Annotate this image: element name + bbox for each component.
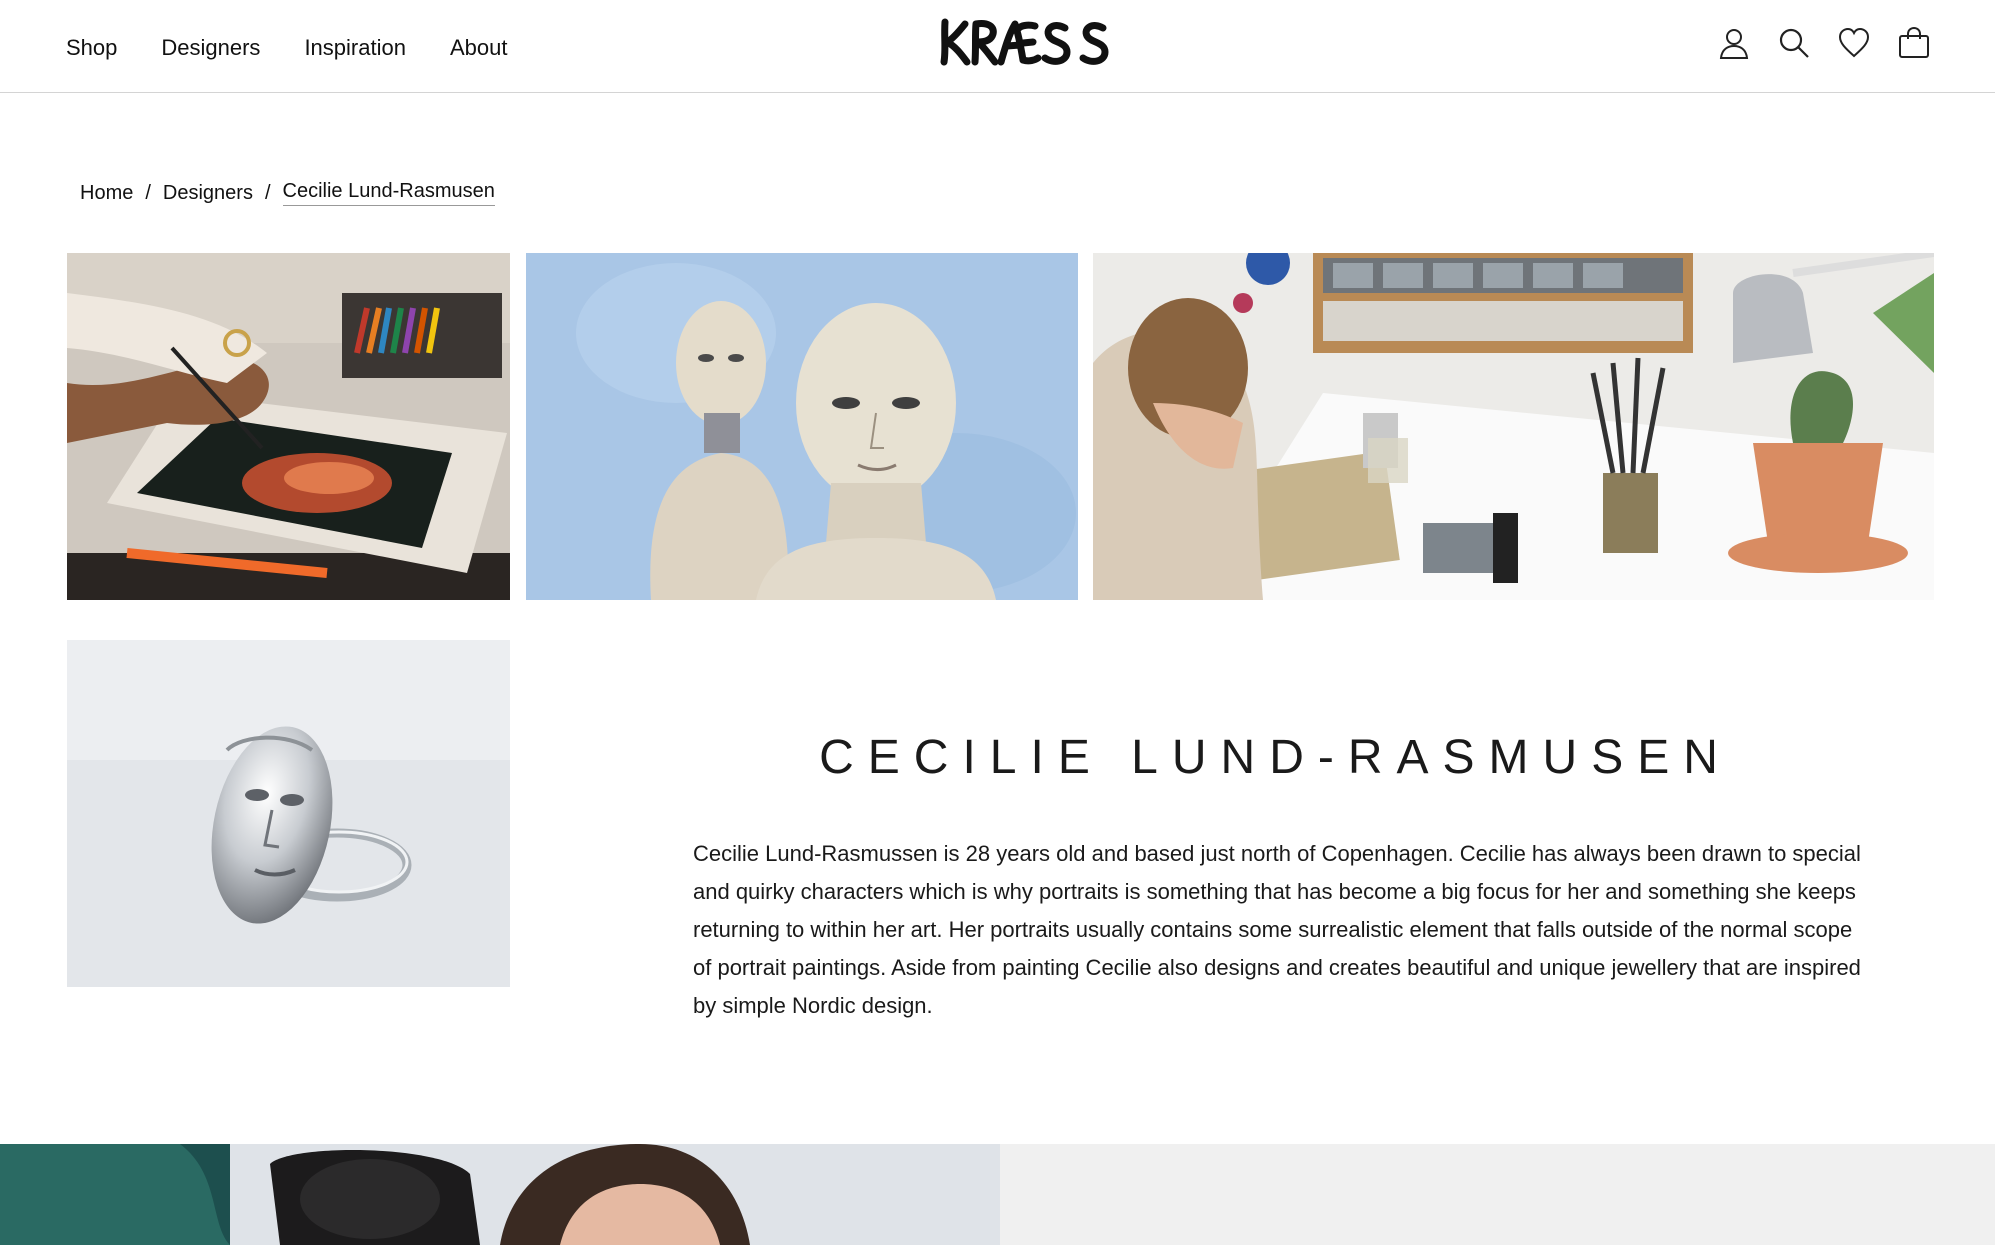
gallery-image-portrait-painting[interactable] <box>526 253 1078 600</box>
nav-designers[interactable]: Designers <box>161 32 260 64</box>
bottom-panel <box>1000 1144 1995 1245</box>
breadcrumb-separator: / <box>145 181 151 204</box>
header-icons <box>1717 26 1931 60</box>
account-icon[interactable] <box>1717 26 1751 60</box>
breadcrumb-designers[interactable]: Designers <box>163 182 253 205</box>
nav-shop[interactable]: Shop <box>66 32 117 64</box>
breadcrumb: Home / Designers / Cecilie Lund-Rasmusen <box>80 180 495 206</box>
heart-icon[interactable] <box>1837 26 1871 60</box>
breadcrumb-home[interactable]: Home <box>80 182 133 205</box>
breadcrumb-current[interactable]: Cecilie Lund-Rasmusen <box>282 180 495 206</box>
nav-inspiration[interactable]: Inspiration <box>304 32 406 64</box>
gallery-image-workshop[interactable] <box>1093 253 1934 600</box>
designer-name: CECILIE LUND-RASMUSEN <box>819 731 1732 784</box>
nav-about[interactable]: About <box>450 32 508 64</box>
designer-bio: Cecilie Lund-Rasmussen is 28 years old a… <box>693 841 1861 1018</box>
site-header: Shop Designers Inspiration About <box>0 0 1995 93</box>
gallery-image-drawing[interactable] <box>67 253 510 600</box>
gallery-image-ring[interactable] <box>67 640 510 987</box>
bag-icon[interactable] <box>1897 26 1931 60</box>
bottom-feature-image[interactable] <box>0 1144 1000 1245</box>
main-nav: Shop Designers Inspiration About <box>66 32 551 64</box>
search-icon[interactable] <box>1777 26 1811 60</box>
breadcrumb-separator: / <box>264 181 271 204</box>
brand-logo[interactable] <box>935 12 1115 70</box>
